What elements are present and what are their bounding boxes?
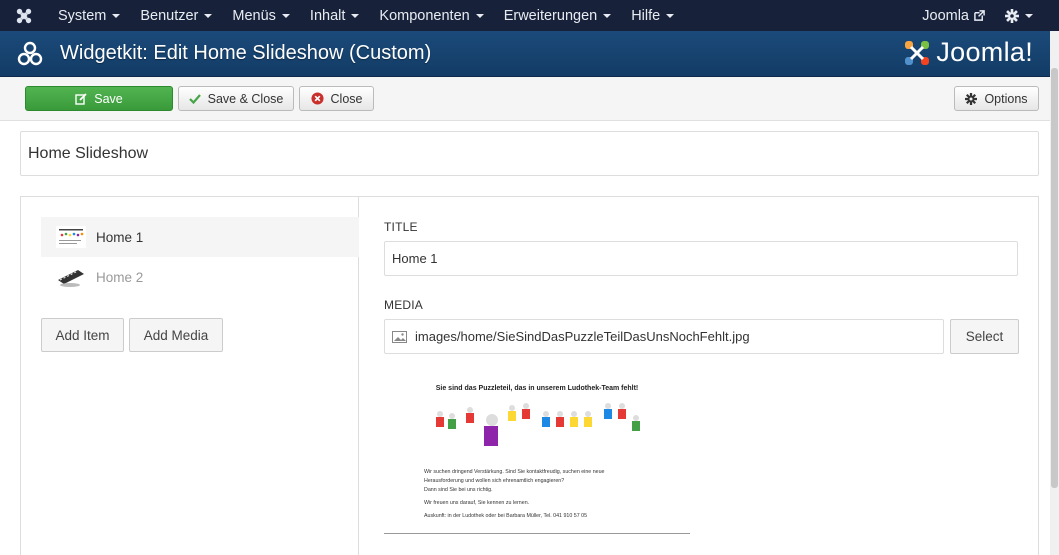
page-scrollbar[interactable] [1050,31,1059,555]
gear-icon [1005,8,1019,23]
save-close-button[interactable]: Save & Close [178,86,294,111]
media-label: MEDIA [384,298,424,312]
preview-line: Wir suchen dringend Verstärkung. Sind Si… [424,469,605,475]
select-media-button[interactable]: Select [950,319,1019,354]
caret-down-icon [1025,13,1033,18]
brand-text: Joomla! [936,37,1033,67]
media-input[interactable]: images/home/SieSindDasPuzzleTeilDasUnsNo… [384,319,944,354]
check-icon [188,93,201,105]
joomla-logo-icon[interactable] [0,0,48,31]
menu-benutzer[interactable]: Benutzer [130,0,222,31]
list-item-home-2[interactable]: Home 2 [41,257,359,297]
save-button[interactable]: Save [25,86,173,111]
puzzle-figures-image [436,403,640,446]
list-item-home-1[interactable]: Home 1 [41,217,359,257]
menu-erweiterungen[interactable]: Erweiterungen [494,0,622,31]
close-button[interactable]: Close [299,86,374,111]
menu-inhalt[interactable]: Inhalt [300,0,369,31]
top-navbar: System Benutzer Menüs Inhalt Komponenten… [0,0,1059,31]
joomla-brand-icon [905,40,930,65]
add-item-button[interactable]: Add Item [41,318,124,352]
widget-name-field[interactable]: Home Slideshow [20,131,1039,176]
joomla-brand: Joomla! [902,37,1033,68]
caret-down-icon [475,13,484,18]
caret-down-icon [112,13,121,18]
preview-heading: Sie sind das Puzzleteil, das in unserem … [435,385,639,392]
widgetkit-icon [0,41,60,67]
cancel-icon [310,92,324,105]
menu-system[interactable]: System [48,0,130,31]
preview-line: Wir freuen uns darauf, Sie kennen zu ler… [424,500,530,506]
settings-menu[interactable] [995,0,1059,31]
title-input[interactable]: Home 1 [384,241,1018,276]
caret-down-icon [666,13,675,18]
edit-icon [75,92,87,105]
item-thumbnail [56,226,86,248]
site-link[interactable]: Joomla [912,0,995,31]
item-thumbnail [56,266,86,288]
media-preview: Sie sind das Puzzleteil, das in unserem … [384,372,690,534]
menu-hilfe[interactable]: Hilfe [621,0,684,31]
image-icon [392,330,407,343]
menu-komponenten[interactable]: Komponenten [369,0,493,31]
items-panel: Home 1 Home 2 Add Item Add Media [21,197,359,555]
title-label: TITLE [384,220,418,234]
add-media-button[interactable]: Add Media [129,318,223,352]
page-header: Widgetkit: Edit Home Slideshow (Custom) … [0,31,1059,77]
caret-down-icon [603,13,612,18]
scrollbar-thumb[interactable] [1051,68,1058,488]
options-button[interactable]: Options [954,86,1039,111]
preview-line: Auskunft: in der Ludothek oder bei Barba… [424,513,588,519]
gear-icon [965,92,978,105]
toolbar: Save Save & Close Close Options [0,77,1059,121]
caret-down-icon [351,13,360,18]
menu-menus[interactable]: Menüs [222,0,300,31]
preview-line: Herausforderung und wollen sich ehrenamt… [424,478,565,484]
caret-down-icon [281,13,290,18]
external-link-icon [974,10,985,21]
caret-down-icon [204,13,213,18]
widget-editor: Home 1 Home 2 Add Item Add Media TITLE H… [20,196,1039,555]
page-title: Widgetkit: Edit Home Slideshow (Custom) [60,42,432,64]
preview-line: Dann sind Sie bei uns richtig. [424,487,493,493]
